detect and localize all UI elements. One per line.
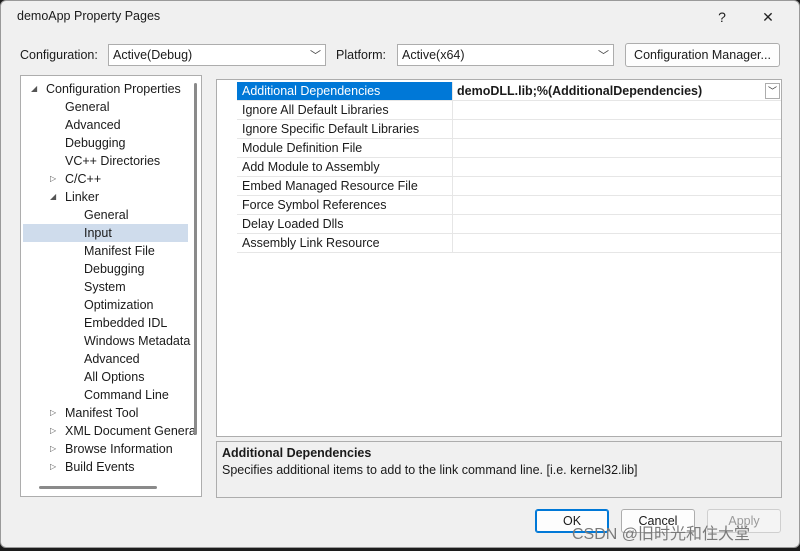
tree-item[interactable]: Linker xyxy=(65,188,99,206)
tree-item[interactable]: VC++ Directories xyxy=(65,152,160,170)
tree-item[interactable]: Debugging xyxy=(65,134,125,152)
property-row[interactable]: Force Symbol References xyxy=(237,196,781,215)
tree-item[interactable]: General xyxy=(84,206,128,224)
tree-item[interactable]: Configuration Properties xyxy=(46,80,181,98)
property-tree[interactable]: ◢ Configuration Properties General Advanced… xyxy=(20,75,202,497)
tree-item[interactable]: Manifest Tool xyxy=(65,404,138,422)
tree-item[interactable]: Input xyxy=(84,224,112,242)
platform-label: Platform: xyxy=(336,48,387,62)
tree-item[interactable]: Manifest File xyxy=(84,242,155,260)
help-button[interactable]: ? xyxy=(699,1,745,33)
property-name: Add Module to Assembly xyxy=(237,158,453,176)
platform-value: Active(x64) xyxy=(402,48,465,62)
collapsed-arrow-icon[interactable]: ▷ xyxy=(50,444,56,453)
tree-item[interactable]: Embedded IDL xyxy=(84,314,167,332)
description-text: Specifies additional items to add to the… xyxy=(222,463,638,477)
tree-item[interactable]: XML Document Genera xyxy=(65,422,196,440)
expanded-arrow-icon[interactable]: ◢ xyxy=(31,84,37,93)
property-name: Ignore All Default Libraries xyxy=(237,101,453,119)
tree-item[interactable]: Optimization xyxy=(84,296,153,314)
property-row[interactable]: Embed Managed Resource File xyxy=(237,177,781,196)
collapsed-arrow-icon[interactable]: ▷ xyxy=(50,408,56,417)
tree-item[interactable]: Debugging xyxy=(84,260,144,278)
property-grid[interactable]: Additional Dependencies demoDLL.lib;%(Add… xyxy=(216,79,782,437)
property-name: Embed Managed Resource File xyxy=(237,177,453,195)
property-row[interactable]: Assembly Link Resource xyxy=(237,234,781,253)
property-name: Delay Loaded Dlls xyxy=(237,215,453,233)
property-pages-dialog: demoApp Property Pages ? ✕ Configuration… xyxy=(0,0,800,548)
collapsed-arrow-icon[interactable]: ▷ xyxy=(50,174,56,183)
watermark-text: CSDN @旧时光和住大堂 xyxy=(572,526,751,543)
tree-item[interactable]: Advanced xyxy=(84,350,140,368)
platform-dropdown[interactable]: Active(x64) ﹀ xyxy=(397,44,614,66)
tree-item[interactable]: General xyxy=(65,98,109,116)
tree-item[interactable]: Advanced xyxy=(65,116,121,134)
expanded-arrow-icon[interactable]: ◢ xyxy=(50,192,56,201)
tree-horizontal-scrollbar[interactable] xyxy=(39,486,157,489)
tree-item[interactable]: All Options xyxy=(84,368,144,386)
property-row[interactable]: Module Definition File xyxy=(237,139,781,158)
window-title: demoApp Property Pages xyxy=(17,9,161,23)
property-row[interactable]: Additional Dependencies demoDLL.lib;%(Add… xyxy=(237,82,781,101)
tree-item[interactable]: Build Events xyxy=(65,458,134,476)
property-row[interactable]: Ignore All Default Libraries xyxy=(237,101,781,120)
property-name: Ignore Specific Default Libraries xyxy=(237,120,453,138)
property-row[interactable]: Delay Loaded Dlls xyxy=(237,215,781,234)
chevron-down-icon[interactable]: ﹀ xyxy=(765,83,780,99)
configuration-label: Configuration: xyxy=(20,48,98,62)
property-name: Assembly Link Resource xyxy=(237,234,453,252)
chevron-down-icon: ﹀ xyxy=(310,50,321,62)
property-row[interactable]: Add Module to Assembly xyxy=(237,158,781,177)
collapsed-arrow-icon[interactable]: ▷ xyxy=(50,462,56,471)
close-button[interactable]: ✕ xyxy=(745,1,791,33)
tree-item[interactable]: C/C++ xyxy=(65,170,101,188)
collapsed-arrow-icon[interactable]: ▷ xyxy=(50,426,56,435)
tree-item[interactable]: System xyxy=(84,278,126,296)
property-name: Module Definition File xyxy=(237,139,453,157)
description-title: Additional Dependencies xyxy=(222,446,372,460)
chevron-down-icon: ﹀ xyxy=(598,50,609,62)
configuration-manager-button[interactable]: Configuration Manager... xyxy=(625,43,780,67)
configuration-value: Active(Debug) xyxy=(113,48,193,62)
tree-item[interactable]: Windows Metadata xyxy=(84,332,190,350)
description-panel: Additional Dependencies Specifies additi… xyxy=(216,441,782,498)
title-bar[interactable]: demoApp Property Pages ? ✕ xyxy=(1,1,799,33)
tree-vertical-scrollbar[interactable] xyxy=(194,83,197,435)
tree-item[interactable]: Command Line xyxy=(84,386,169,404)
property-name: Additional Dependencies xyxy=(237,82,453,100)
property-row[interactable]: Ignore Specific Default Libraries xyxy=(237,120,781,139)
configuration-dropdown[interactable]: Active(Debug) ﹀ xyxy=(108,44,326,66)
property-name: Force Symbol References xyxy=(237,196,453,214)
property-value[interactable]: demoDLL.lib;%(AdditionalDependencies) xyxy=(457,82,702,100)
tree-item[interactable]: Browse Information xyxy=(65,440,173,458)
